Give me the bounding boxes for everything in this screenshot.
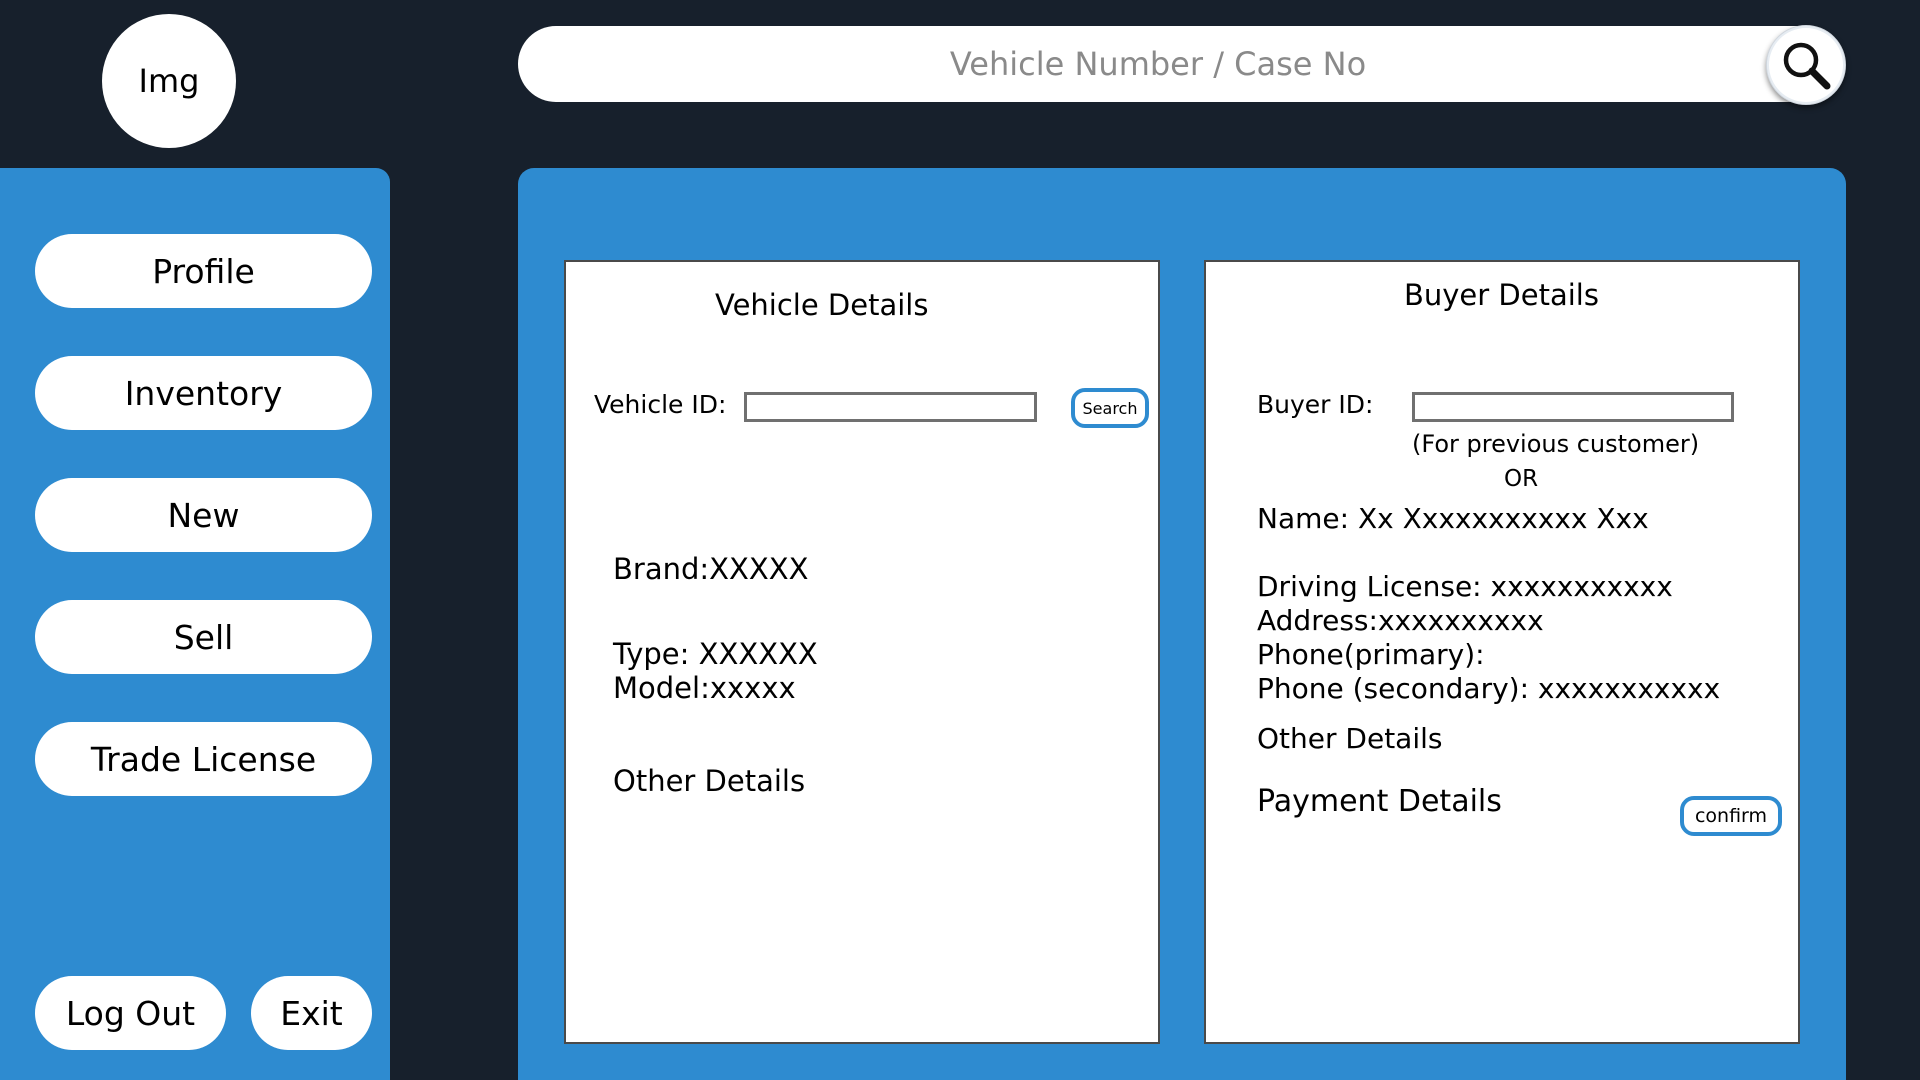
vehicle-type: Type: XXXXXX [613,637,818,671]
avatar: Img [102,14,236,148]
vehicle-id-label: Vehicle ID: [594,390,727,419]
buyer-name: Name: Xx Xxxxxxxxxxx Xxx [1257,502,1649,535]
sidebar: Profile Inventory New Sell Trade License… [0,168,390,1080]
sidebar-item-new[interactable]: New [35,478,372,552]
search-button[interactable] [1766,25,1846,105]
main-panel: Vehicle Details Vehicle ID: Search Brand… [518,168,1846,1080]
vehicle-other-details: Other Details [613,764,806,798]
search-input[interactable] [548,26,1768,102]
buyer-details-title: Buyer Details [1404,278,1599,312]
logout-button[interactable]: Log Out [35,976,226,1050]
sidebar-item-inventory[interactable]: Inventory [35,356,372,430]
vehicle-id-input[interactable] [744,392,1037,422]
sidebar-item-sell[interactable]: Sell [35,600,372,674]
sidebar-item-trade-license[interactable]: Trade License [35,722,372,796]
buyer-id-input[interactable] [1412,392,1734,422]
payment-details-label: Payment Details [1257,784,1502,819]
buyer-phone-secondary: Phone (secondary): xxxxxxxxxxx [1257,672,1721,705]
vehicle-details-card: Vehicle Details Vehicle ID: Search Brand… [564,260,1160,1044]
vehicle-model: Model:xxxxx [613,671,796,705]
buyer-driving-license: Driving License: xxxxxxxxxxx [1257,570,1673,603]
buyer-id-label: Buyer ID: [1257,390,1374,419]
vehicle-brand: Brand:XXXXX [613,552,809,586]
magnifier-icon [1783,42,1831,90]
vehicle-details-title: Vehicle Details [715,288,929,322]
exit-button[interactable]: Exit [251,976,372,1050]
buyer-address: Address:xxxxxxxxxx [1257,604,1544,637]
buyer-other-details: Other Details [1257,722,1443,755]
or-separator: OR [1504,466,1539,492]
confirm-button[interactable]: confirm [1680,796,1782,836]
avatar-label: Img [138,62,200,100]
buyer-id-hint: (For previous customer) [1412,430,1700,458]
vehicle-search-button[interactable]: Search [1071,388,1149,428]
buyer-details-card: Buyer Details Buyer ID: (For previous cu… [1204,260,1800,1044]
search-bar [518,26,1843,102]
sidebar-item-profile[interactable]: Profile [35,234,372,308]
buyer-phone-primary: Phone(primary): [1257,638,1485,671]
